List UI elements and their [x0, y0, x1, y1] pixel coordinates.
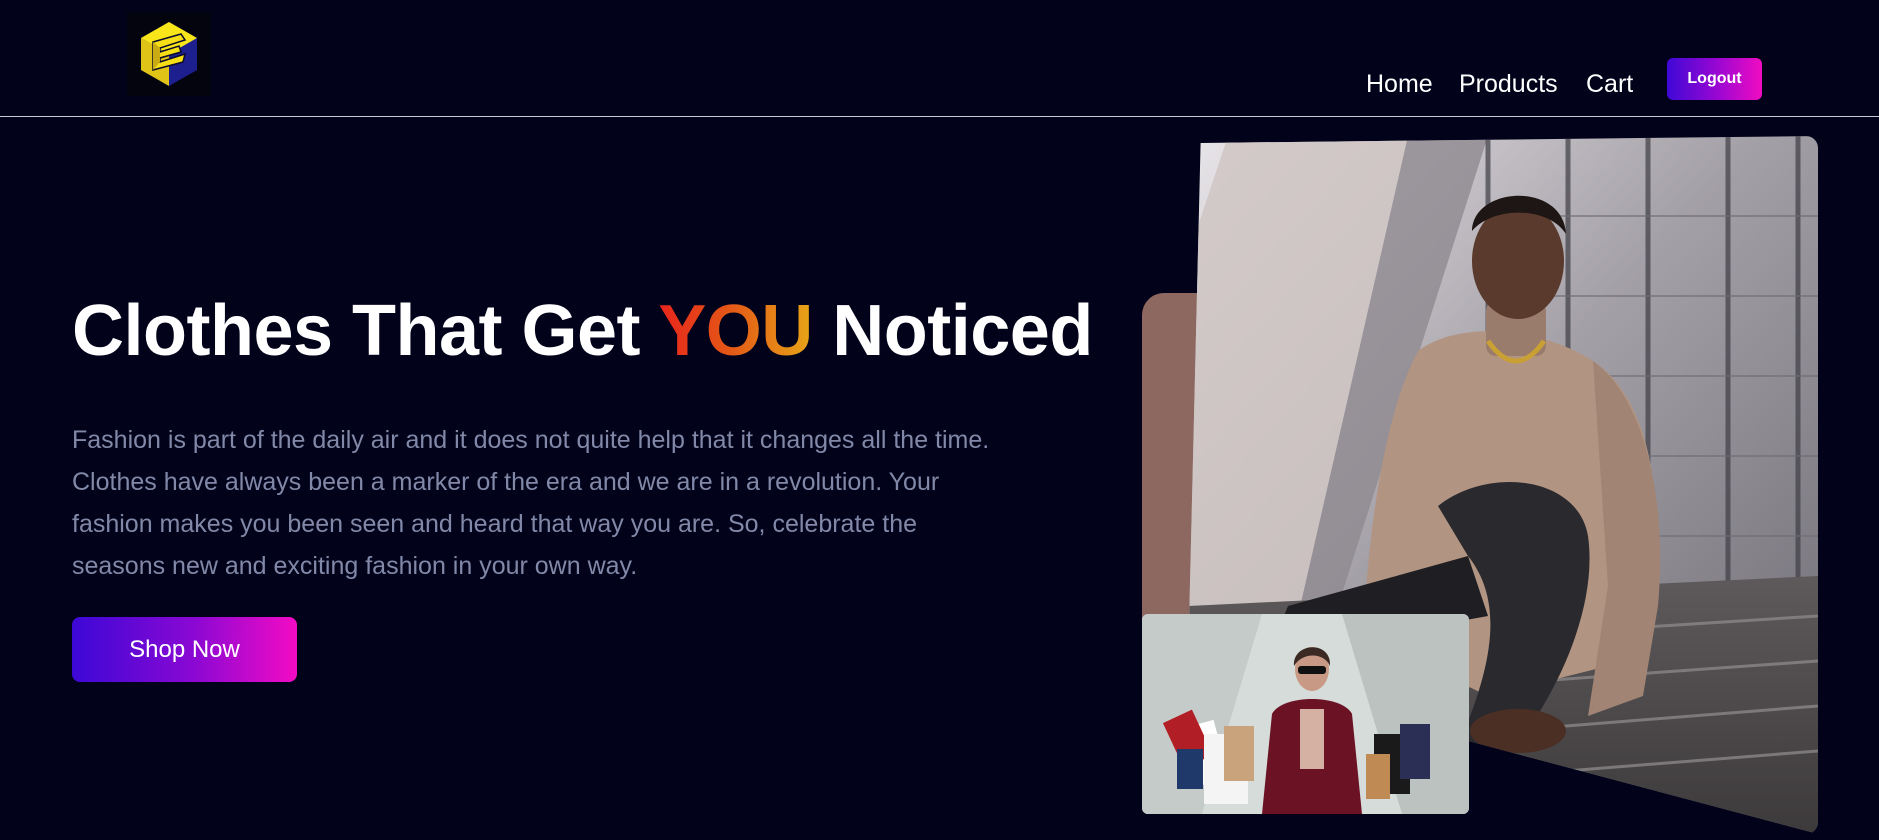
shopping-model-photo — [1142, 614, 1469, 814]
hero-title: Clothes That Get YOU Noticed — [72, 290, 1093, 372]
shopping-woman-image — [1142, 614, 1469, 814]
hero-description: Fashion is part of the daily air and it … — [72, 426, 990, 580]
nav-link-products[interactable]: Products — [1459, 70, 1558, 99]
hero-title-accent: YOU — [658, 291, 813, 371]
hexagon-logo-icon — [141, 22, 197, 86]
landing-page: Home Products Cart Logout Clothes That G… — [0, 0, 1879, 840]
logout-button[interactable]: Logout — [1667, 58, 1762, 100]
navbar: Home Products Cart Logout — [0, 0, 1879, 117]
hero-title-start: Clothes That Get — [72, 291, 659, 371]
nav-link-cart[interactable]: Cart — [1586, 70, 1633, 99]
nav-link-home[interactable]: Home — [1366, 70, 1433, 99]
hero-title-end: Noticed — [812, 291, 1093, 371]
shop-now-button[interactable]: Shop Now — [72, 617, 297, 682]
brand-logo[interactable] — [127, 12, 211, 96]
